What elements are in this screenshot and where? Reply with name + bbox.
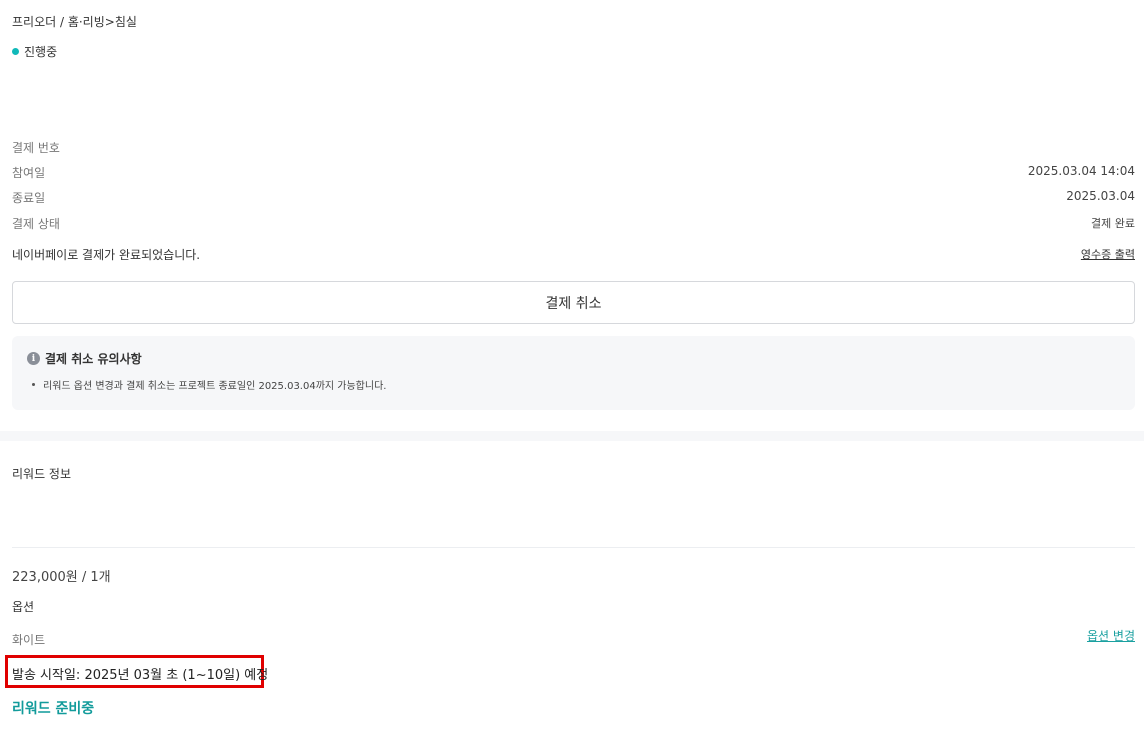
section-divider: [0, 431, 1144, 441]
option-value: 화이트: [12, 633, 46, 647]
payment-section: 프리오더 / 홈·리빙>침실 진행중 결제 번호 참여일 2025.03.04 …: [0, 0, 1144, 431]
notice-title-text: 결제 취소 유의사항: [45, 352, 142, 366]
payment-message: 네이버페이로 결제가 완료되었습니다.: [12, 248, 201, 262]
info-icon: i: [27, 352, 40, 365]
notice-list-item: 리워드 옵션 변경과 결제 취소는 프로젝트 종료일인 2025.03.04까지…: [32, 377, 386, 392]
breadcrumb: 프리오더 / 홈·리빙>침실: [12, 15, 137, 29]
payment-status-label: 결제 상태: [12, 217, 60, 231]
option-change-link[interactable]: 옵션 변경: [1087, 627, 1135, 644]
status-label: 진행중: [24, 45, 58, 59]
reward-status: 리워드 준비중: [12, 701, 95, 717]
cancel-notice-box: i 결제 취소 유의사항 리워드 옵션 변경과 결제 취소는 프로젝트 종료일인…: [12, 336, 1135, 410]
end-date-value: 2025.03.04: [1066, 189, 1135, 203]
notice-item-text: 리워드 옵션 변경과 결제 취소는 프로젝트 종료일인 2025.03.04까지…: [43, 381, 387, 392]
receipt-print-link[interactable]: 영수증 출력: [1081, 246, 1135, 262]
reward-info-title: 리워드 정보: [12, 467, 72, 481]
payment-status-value: 결제 완료: [1091, 217, 1135, 230]
bullet-icon: [32, 383, 35, 386]
option-title: 옵션: [12, 600, 35, 614]
status-dot-icon: [12, 48, 19, 55]
status-badge: 진행중: [12, 43, 57, 60]
ship-start-date: 발송 시작일: 2025년 03월 초 (1~10일) 예정: [12, 668, 269, 683]
join-date-label: 참여일: [12, 166, 46, 180]
reward-section: 리워드 정보 223,000원 / 1개 옵션 화이트 옵션 변경 발송 시작일…: [0, 441, 1144, 742]
join-date-value: 2025.03.04 14:04: [1027, 164, 1135, 178]
reward-divider: [12, 547, 1135, 548]
end-date-label: 종료일: [12, 191, 46, 205]
payment-number-label: 결제 번호: [12, 141, 60, 155]
ship-date-highlight: 발송 시작일: 2025년 03월 초 (1~10일) 예정: [5, 655, 268, 688]
cancel-payment-button[interactable]: 결제 취소: [12, 281, 1135, 324]
reward-price: 223,000원 / 1개: [12, 570, 111, 585]
notice-title: i 결제 취소 유의사항: [27, 350, 142, 367]
